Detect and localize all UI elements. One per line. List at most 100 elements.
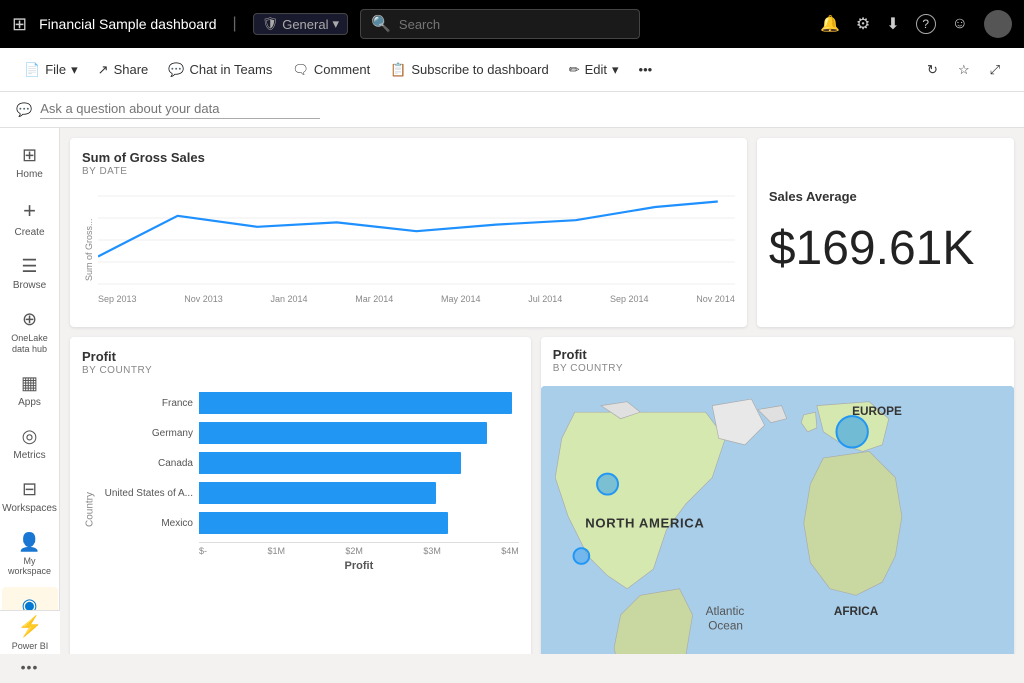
svg-text:Ocean: Ocean [708,619,743,632]
line-chart-title: Sum of Gross Sales [82,150,735,165]
svg-text:EUROPE: EUROPE [852,405,902,418]
fullscreen-button[interactable]: ⤢ [982,58,1008,82]
sidebar-item-browse[interactable]: ☰ Browse [2,248,58,299]
edit-button[interactable]: ✏ Edit ▾ [561,58,627,82]
map-header: Profit BY COUNTRY [541,337,1014,386]
sidebar-item-home[interactable]: ⊞ Home [2,137,58,188]
bar-fill-france [199,392,512,414]
map-card[interactable]: Profit BY COUNTRY [541,337,1014,654]
sidebar-item-my-workspace[interactable]: 👤 My workspace [2,524,58,586]
x-tick-5: Jul 2014 [528,294,562,304]
x-axis-area: $- $1M $2M $3M $4M Profit [98,542,519,572]
x-tick-3: $3M [423,546,441,556]
sidebar: ⊞ Home + Create ☰ Browse ⊕ OneLake data … [0,128,60,654]
bar-fill-canada [199,452,461,474]
sidebar-item-label: Browse [13,280,46,291]
bell-icon[interactable]: 🔔 [820,14,840,34]
bar-row-germany: Germany [98,422,519,444]
bar-track-germany [199,422,519,444]
bar-row-canada: Canada [98,452,519,474]
bar-label-germany: Germany [98,428,193,439]
bars-container: France Germany [98,384,519,604]
sidebar-item-workspaces[interactable]: ⊟ Workspaces [2,471,58,522]
share-button[interactable]: ↗ Share [90,58,157,82]
svg-text:NORTH AMERICA: NORTH AMERICA [585,515,704,530]
star-icon: ☆ [958,62,970,78]
toolbar: 📄 File ▾ ↗ Share 💬 Chat in Teams 🗨 Comme… [0,48,1024,92]
x-tick-0: Sep 2013 [98,294,137,304]
file-button[interactable]: 📄 File ▾ [16,58,86,82]
workspaces-icon: ⊟ [22,479,37,500]
line-chart-card[interactable]: Sum of Gross Sales BY DATE Sum of Gross.… [70,138,747,327]
grid-icon[interactable]: ⊞ [12,14,27,35]
line-chart-body: Sep 2013 Nov 2013 Jan 2014 Mar 2014 May … [98,185,735,315]
map-subtitle: BY COUNTRY [553,363,1002,374]
sidebar-item-label: Create [14,227,44,238]
chevron-down-icon: ▾ [612,62,619,78]
bar-chart-card[interactable]: Profit BY COUNTRY Country France [70,337,531,654]
line-chart-svg [98,185,735,295]
sidebar-item-label: Apps [18,397,41,408]
shield-icon: 🛡 [262,16,279,32]
help-icon[interactable]: ? [916,14,936,34]
favorite-button[interactable]: ☆ [950,58,978,82]
chat-teams-button[interactable]: 💬 Chat in Teams [160,58,280,82]
x-tick-7: Nov 2014 [696,294,735,304]
bar-label-mexico: Mexico [98,518,193,529]
sidebar-item-create[interactable]: + Create [2,190,58,246]
main-layout: ⊞ Home + Create ☰ Browse ⊕ OneLake data … [0,128,1024,654]
qa-input[interactable] [40,101,320,116]
apps-icon: ▦ [21,373,38,394]
sidebar-item-more[interactable]: ••• [2,651,58,683]
line-chart-wrap: Sum of Gross... [82,185,735,315]
comment-button[interactable]: 🗨 Comment [284,58,378,82]
metrics-icon: ◎ [22,426,38,447]
onelake-icon: ⊕ [22,309,37,330]
refresh-button[interactable]: ↻ [919,58,946,82]
more-button[interactable]: ••• [631,58,661,81]
powerbi-label: Power BI [12,641,49,651]
general-badge[interactable]: 🛡 General ▾ [253,13,348,35]
bar-track-usa [199,482,519,504]
emoji-icon[interactable]: ☺ [952,15,968,33]
teams-icon: 💬 [168,62,184,78]
subscribe-icon: 📋 [390,62,406,78]
sidebar-item-label: Workspaces [2,503,57,514]
powerbi-branding: ⚡ Power BI [0,610,60,654]
x-axis-labels: $- $1M $2M $3M $4M [199,542,519,556]
subscribe-button[interactable]: 📋 Subscribe to dashboard [382,58,557,82]
x-axis-title: Profit [199,560,519,572]
x-tick-2: Jan 2014 [271,294,308,304]
x-tick-4: May 2014 [441,294,481,304]
sidebar-item-label: Home [16,169,43,180]
file-icon: 📄 [24,62,40,78]
search-input[interactable] [399,17,629,32]
powerbi-icon: ⚡ [18,614,43,639]
settings-icon[interactable]: ⚙ [856,14,870,34]
x-tick-1: Nov 2013 [184,294,223,304]
sidebar-item-apps[interactable]: ▦ Apps [2,365,58,416]
badge-label: General [282,17,328,32]
sidebar-item-onelake[interactable]: ⊕ OneLake data hub [2,301,58,363]
separator: | [233,15,237,33]
content-area: Sum of Gross Sales BY DATE Sum of Gross.… [60,128,1024,654]
map-container: NORTH AMERICA EUROPE Atlantic Ocean AFRI… [541,386,1014,654]
chevron-down-icon: ▾ [332,16,339,32]
sales-avg-card[interactable]: Sales Average $169.61K [757,138,1014,327]
bar-label-france: France [98,398,193,409]
more-icon: ••• [21,659,39,675]
avatar[interactable] [984,10,1012,38]
edit-icon: ✏ [569,62,580,78]
qa-input-area[interactable] [40,101,320,119]
charts-row-1: Sum of Gross Sales BY DATE Sum of Gross.… [70,138,1014,327]
fullscreen-icon: ⤢ [990,62,1000,78]
svg-text:AFRICA: AFRICA [834,605,879,618]
x-tick-4: $4M [501,546,519,556]
map-title: Profit [553,347,1002,362]
qa-icon: 💬 [16,102,32,118]
share-icon: ↗ [98,62,109,78]
download-icon[interactable]: ⬇ [886,14,899,34]
create-icon: + [23,198,36,224]
topbar: ⊞ Financial Sample dashboard | 🛡 General… [0,0,1024,48]
sidebar-item-metrics[interactable]: ◎ Metrics [2,418,58,469]
